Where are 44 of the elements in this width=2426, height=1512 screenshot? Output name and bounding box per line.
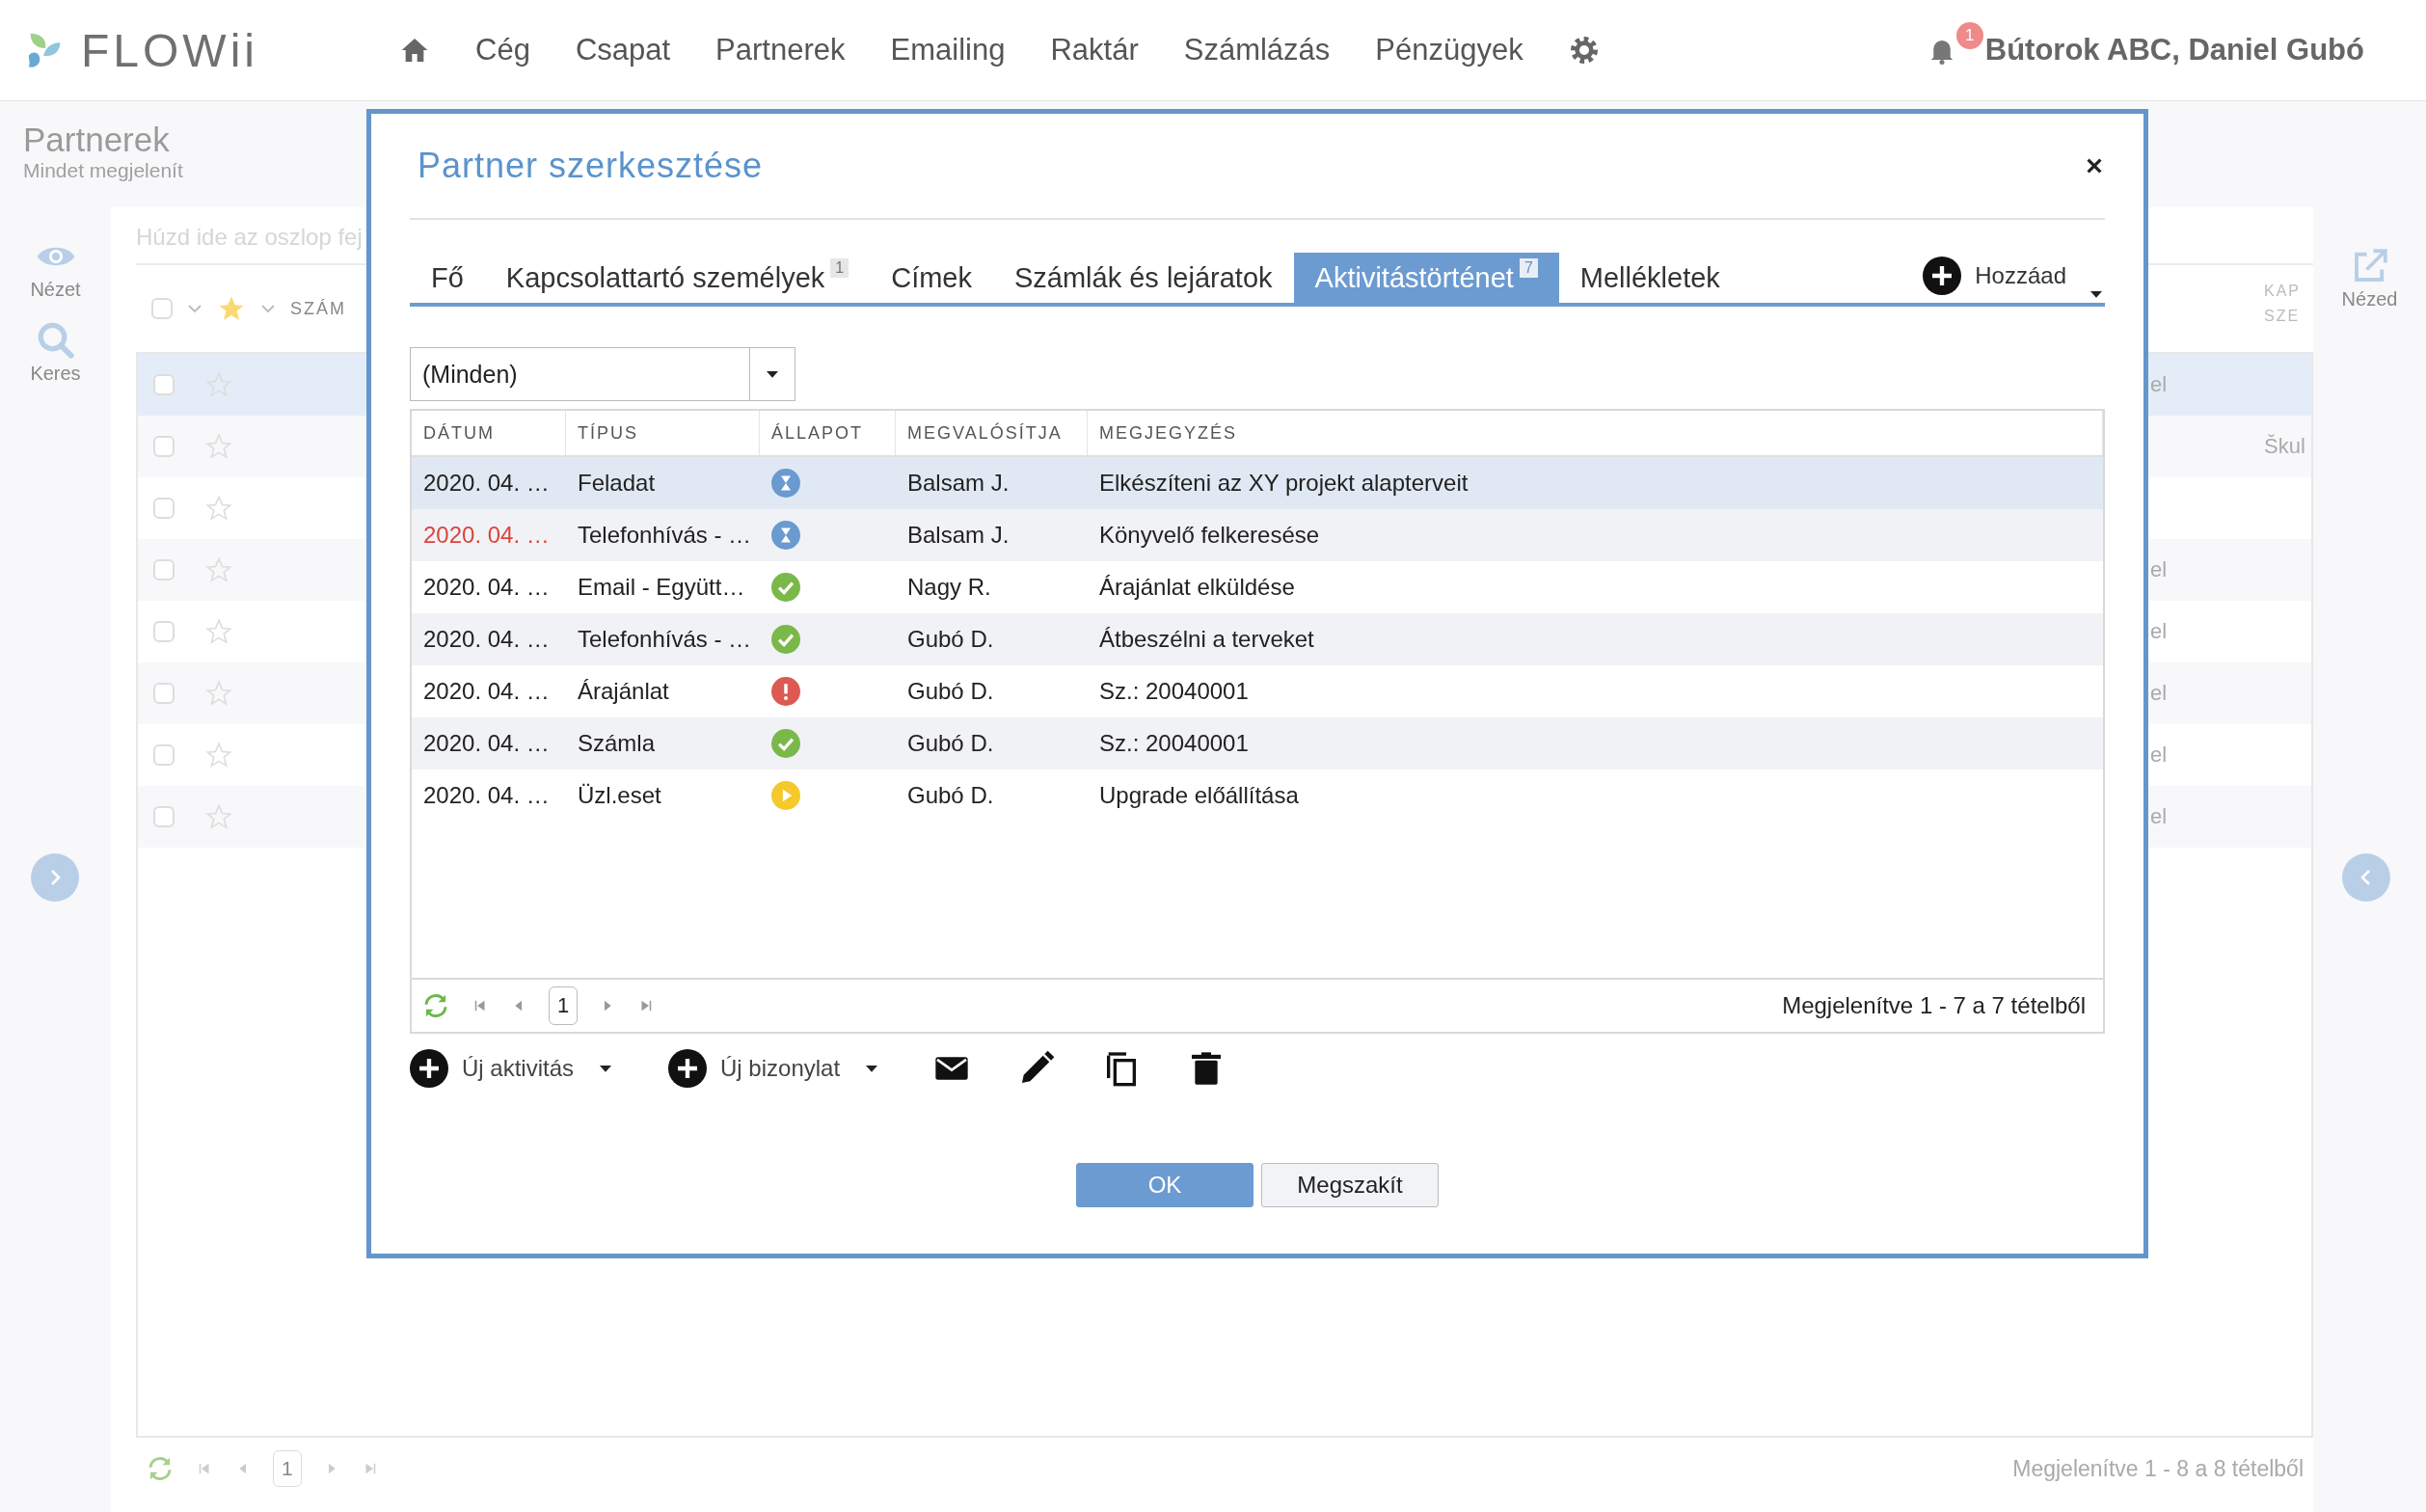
table-cell-text: Škul (2264, 434, 2306, 459)
table-cell-text: Elkészíteni az XY projekt alapterveit (1098, 470, 1469, 497)
count-badge: 1 (830, 258, 849, 278)
table-cell-text: Upgrade előállítása (1098, 782, 1300, 809)
count-badge: 7 (1519, 258, 1538, 278)
table-cell-text: el (2150, 681, 2169, 706)
notification-badge: 1 (1955, 22, 1983, 49)
table-cell-text: Sz.: 20040001 (1098, 730, 1250, 757)
page-subtitle: Mindet megjelenít (23, 159, 183, 182)
table-cell-text: Nagy R. (906, 574, 992, 601)
table-cell-text: el (2150, 742, 2169, 768)
table-cell-text: el (2150, 557, 2169, 582)
table-cell-text: Feladat (577, 470, 657, 497)
table-cell-text: 2020. 04. … (422, 522, 551, 549)
table-cell-text: Email - Együtt… (577, 574, 746, 601)
table-cell-text: Telefonhívás - … (577, 522, 753, 549)
table-cell-text: Számla (577, 730, 657, 757)
table-cell-text: Telefonhívás - … (577, 626, 753, 653)
table-cell-text: Balsam J. (906, 522, 1011, 549)
table-cell-text: Átbeszélni a terveket (1098, 626, 1315, 653)
dialog-title: Partner szerkesztése (418, 146, 764, 186)
table-cell-text: Gubó D. (906, 626, 995, 653)
logo-text: FLOWii (81, 23, 258, 77)
table-cell-text: Sz.: 20040001 (1098, 678, 1250, 705)
table-cell-text: Könyvelő felkeresése (1098, 522, 1321, 549)
table-cell-text: Árajánlat (577, 678, 670, 705)
table-cell-text: Gubó D. (906, 678, 995, 705)
page-title: Partnerek (23, 121, 170, 159)
table-cell-text: 2020. 04. … (422, 574, 551, 601)
table-cell-text: Gubó D. (906, 730, 995, 757)
table-cell-text: Üzl.eset (577, 782, 662, 809)
table-cell-text: 2020. 04. … (422, 678, 551, 705)
table-cell-text: el (2150, 372, 2169, 397)
table-cell-text: 2020. 04. … (422, 626, 551, 653)
table-cell-text: Gubó D. (906, 782, 995, 809)
pager-summary: Megjelenítve 1 - 8 a 8 tételből (2012, 1455, 2304, 1482)
table-cell-text: 2020. 04. … (422, 782, 551, 809)
table-cell-text: el (2150, 619, 2169, 644)
table-cell-text: 2020. 04. … (422, 730, 551, 757)
pager-summary: Megjelenítve 1 - 7 a 7 tételből (1782, 992, 2086, 1019)
table-cell-text: Balsam J. (906, 470, 1011, 497)
table-cell-text: el (2150, 804, 2169, 829)
table-cell-text: Árajánlat elküldése (1098, 574, 1296, 601)
table-cell-text: 2020. 04. … (422, 470, 551, 497)
